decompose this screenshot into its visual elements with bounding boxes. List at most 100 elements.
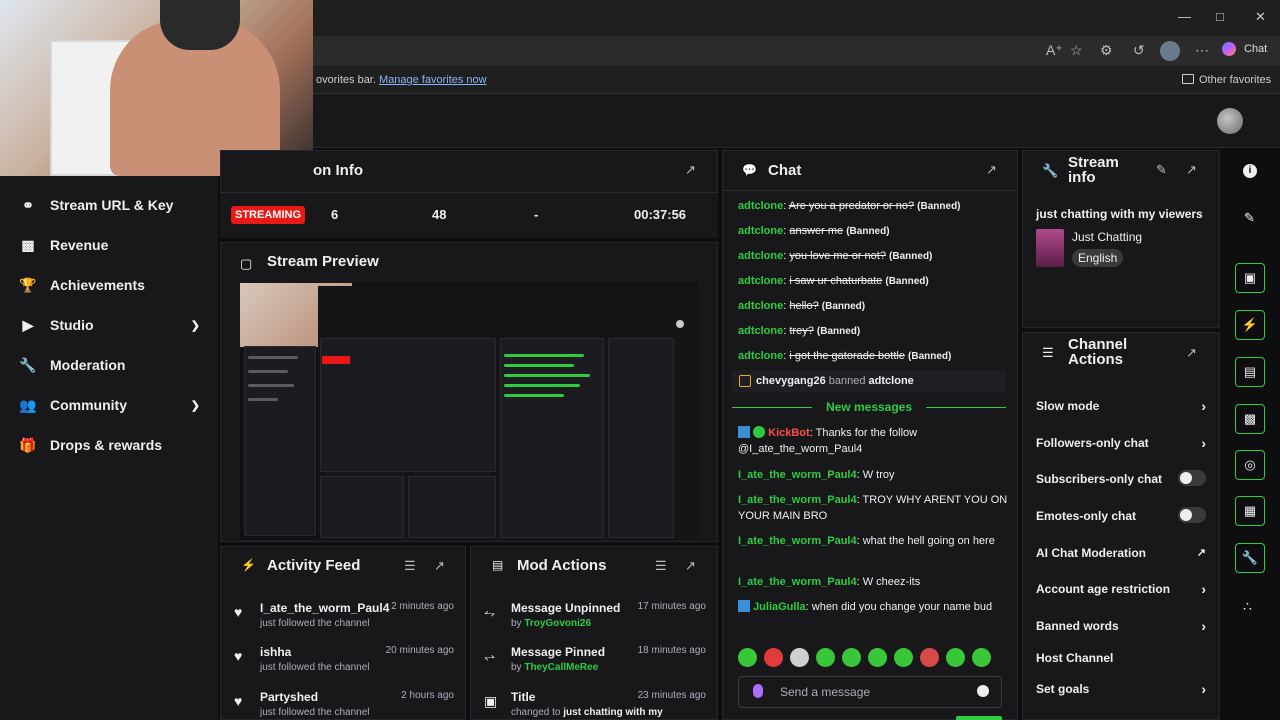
followers-only-row[interactable]: Followers-only chat › — [1036, 435, 1206, 451]
minimize-icon[interactable]: — — [1178, 9, 1191, 24]
ban-notice-text: chevygang26 banned adtclone — [756, 375, 914, 387]
microphone-icon[interactable] — [753, 684, 763, 698]
chat-username[interactable]: I_ate_the_worm_Paul4 — [738, 535, 857, 547]
emote-icon[interactable] — [946, 648, 965, 667]
chat-username[interactable]: adtclone — [738, 200, 783, 212]
chat-message: adtclone: you love me or not? (Banned) — [738, 250, 933, 262]
chat-icon[interactable]: ▩ — [1235, 404, 1265, 434]
filter-icon[interactable]: ☰ — [655, 558, 667, 574]
preview-line — [504, 394, 564, 397]
slow-mode-row[interactable]: Slow mode › — [1036, 398, 1206, 414]
emote-icon[interactable] — [842, 648, 861, 667]
chat-username[interactable]: adtclone — [738, 275, 783, 287]
broadcast-icon[interactable]: ◎ — [1235, 450, 1265, 480]
popout-icon[interactable]: ↗ — [434, 558, 445, 574]
chat-text: hello? — [789, 300, 819, 312]
chat-username[interactable]: adtclone — [738, 350, 783, 362]
chat-username[interactable]: JuliaGulla — [753, 601, 806, 613]
activity-desc: just followed the channel — [260, 662, 370, 673]
emote-icon[interactable] — [816, 648, 835, 667]
chevron-down-icon[interactable]: ❯ — [191, 399, 200, 412]
user-avatar[interactable] — [1217, 108, 1243, 134]
category-name[interactable]: Just Chatting — [1072, 230, 1142, 244]
row-label: Host Channel — [1036, 651, 1114, 665]
emotes-only-toggle[interactable] — [1178, 507, 1206, 523]
chat-username[interactable]: I_ate_the_worm_Paul4 — [738, 469, 857, 481]
activity-time: 20 minutes ago — [385, 645, 454, 656]
history-icon[interactable]: ↺ — [1133, 42, 1145, 59]
heart-icon: ♥ — [234, 604, 243, 620]
ban-actor[interactable]: chevygang26 — [756, 375, 826, 387]
popout-icon[interactable]: ↗ — [986, 162, 997, 178]
emote-icon[interactable] — [738, 648, 757, 667]
read-aloud-icon[interactable]: A⁺ — [1046, 42, 1063, 59]
sidebar-item-revenue[interactable]: ▩ Revenue — [20, 237, 200, 254]
emote-icon[interactable] — [868, 648, 887, 667]
emote-icon[interactable] — [790, 648, 809, 667]
info-icon[interactable]: i — [1243, 164, 1257, 178]
chat-username[interactable]: adtclone — [738, 300, 783, 312]
host-channel-row[interactable]: Host Channel — [1036, 651, 1206, 665]
sidebar-item-drops[interactable]: 🎁 Drops & rewards — [19, 437, 200, 454]
emote-icon[interactable] — [920, 648, 939, 667]
chat-username[interactable]: adtclone — [738, 325, 783, 337]
sidebar-item-studio[interactable]: ▶ Studio ❯ — [20, 317, 200, 334]
chat-username[interactable]: I_ate_the_worm_Paul4 — [738, 494, 857, 506]
send-message-placeholder: Send a message — [780, 685, 871, 699]
extensions-icon[interactable]: ⚙ — [1100, 42, 1113, 59]
new-messages-divider[interactable]: New messages — [732, 400, 1006, 414]
profile-avatar[interactable] — [1160, 41, 1180, 61]
chat-text: answer me — [789, 225, 844, 237]
manage-favorites-link[interactable]: Manage favorites now — [379, 74, 487, 86]
chat-username[interactable]: KickBot — [768, 427, 810, 439]
popout-icon[interactable]: ↗ — [1186, 345, 1197, 361]
edit-icon[interactable]: ✎ — [1244, 210, 1255, 226]
emote-icon[interactable] — [894, 648, 913, 667]
mod-action-user[interactable]: TroyGovoni26 — [524, 618, 591, 629]
close-icon[interactable]: ✕ — [1255, 9, 1266, 25]
emoji-icon[interactable] — [977, 685, 989, 697]
emote-icon[interactable] — [972, 648, 991, 667]
banned-words-row[interactable]: Banned words › — [1036, 618, 1206, 634]
chevron-right-icon: › — [1201, 435, 1206, 451]
account-age-row[interactable]: Account age restriction › — [1036, 581, 1206, 597]
screenshot-icon[interactable]: ▣ — [1235, 263, 1265, 293]
nodes-icon[interactable]: ∴ — [1243, 598, 1252, 615]
wrench-icon[interactable]: 🔧 — [1235, 543, 1265, 573]
mod-action-user[interactable]: TheyCallMeRee — [524, 662, 598, 673]
ai-moderation-row[interactable]: AI Chat Moderation ↗ — [1036, 546, 1206, 560]
popout-icon[interactable]: ↗ — [685, 558, 696, 574]
preview-line — [248, 384, 294, 387]
category-thumbnail[interactable] — [1036, 229, 1064, 267]
popout-icon[interactable]: ↗ — [1186, 162, 1197, 178]
preview-line — [504, 354, 584, 357]
subscribers-only-toggle[interactable] — [1178, 470, 1206, 486]
star-icon[interactable]: ☆ — [1070, 42, 1083, 59]
chat-username[interactable]: I_ate_the_worm_Paul4 — [738, 576, 857, 588]
emote-icon[interactable] — [764, 648, 783, 667]
send-button[interactable] — [956, 716, 1002, 720]
maximize-icon[interactable]: □ — [1216, 9, 1224, 24]
chat-username[interactable]: adtclone — [738, 250, 783, 262]
sidebar-item-achievements[interactable]: 🏆 Achievements — [19, 277, 200, 294]
sidebar-item-label: Community — [50, 397, 127, 413]
edit-icon[interactable]: ✎ — [1156, 162, 1167, 178]
sidebar-item-stream-url[interactable]: ⚭ Stream URL & Key — [20, 197, 200, 214]
other-favorites[interactable]: Other favorites — [1199, 74, 1271, 86]
chevron-down-icon[interactable]: ❯ — [191, 319, 200, 332]
mod-actions-title: Mod Actions — [517, 557, 607, 574]
ban-target[interactable]: adtclone — [869, 375, 914, 387]
sidebar-item-moderation[interactable]: 🔧 Moderation — [19, 357, 200, 374]
bolt-icon[interactable]: ⚡ — [1235, 310, 1265, 340]
chat-username[interactable]: adtclone — [738, 225, 783, 237]
popout-icon[interactable]: ↗ — [685, 162, 696, 178]
sidebar-item-community[interactable]: 👥 Community ❯ — [19, 397, 200, 414]
sliders-icon: ☰ — [1042, 345, 1054, 360]
layout-icon[interactable]: ▦ — [1235, 496, 1265, 526]
row-label: Emotes-only chat — [1036, 509, 1137, 523]
filter-icon[interactable]: ☰ — [404, 558, 416, 574]
chat-button[interactable]: Chat — [1244, 43, 1267, 55]
more-icon[interactable]: ⋯ — [1195, 42, 1209, 59]
set-goals-row[interactable]: Set goals › — [1036, 681, 1206, 697]
notes-icon[interactable]: ▤ — [1235, 357, 1265, 387]
